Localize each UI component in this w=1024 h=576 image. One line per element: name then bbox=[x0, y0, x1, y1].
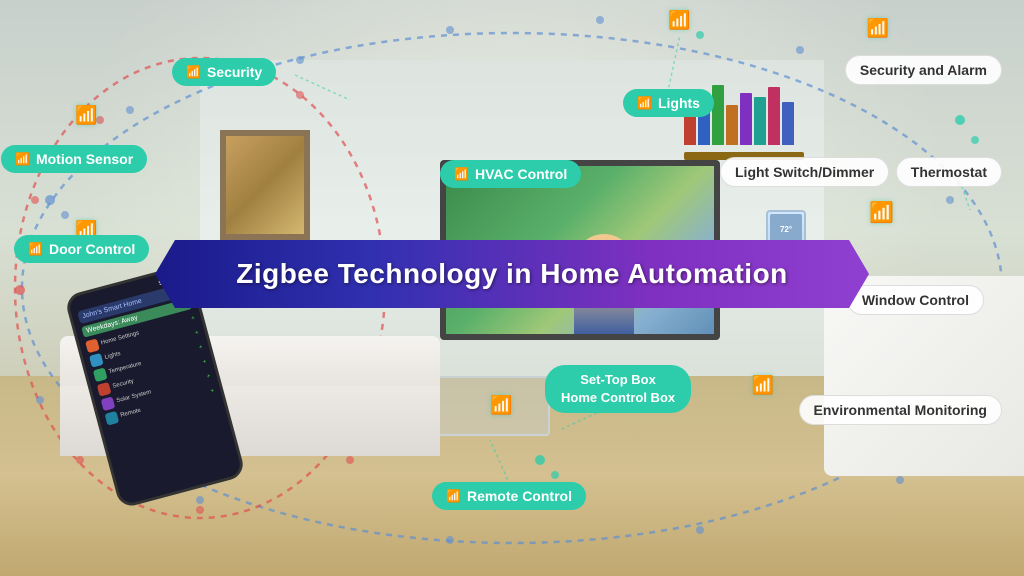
wifi-icon-remote: 📶 bbox=[446, 489, 461, 503]
label-remote-control: 📶 Remote Control bbox=[432, 482, 586, 510]
page-title: Zigbee Technology in Home Automation bbox=[195, 258, 829, 290]
label-lights: 📶 Lights bbox=[623, 89, 714, 117]
picture-frame bbox=[220, 130, 310, 240]
label-thermostat: Thermostat bbox=[896, 157, 1002, 187]
wifi-icon-door: 📶 bbox=[28, 242, 43, 256]
label-set-top-box: Set-Top Box Home Control Box bbox=[545, 365, 691, 413]
wifi-badge-top-center: 📶 bbox=[668, 10, 690, 31]
wifi-badge-bottom-right: 📶 bbox=[752, 375, 774, 396]
label-motion-sensor: 📶 Motion Sensor bbox=[1, 145, 147, 173]
label-security: 📶 Security bbox=[172, 58, 276, 86]
wifi-badge-left: 📶 bbox=[75, 105, 97, 126]
wifi-icon-security: 📶 bbox=[186, 65, 201, 79]
label-security-alarm: Security and Alarm bbox=[845, 55, 1002, 85]
wifi-icon-motion: 📶 bbox=[15, 152, 30, 166]
title-banner: Zigbee Technology in Home Automation bbox=[155, 240, 869, 308]
wifi-badge-bottom-mid: 📶 bbox=[490, 395, 512, 416]
wifi-badge-top-right: 📶 bbox=[867, 18, 889, 39]
label-environmental: Environmental Monitoring bbox=[799, 395, 1002, 425]
label-light-switch: Light Switch/Dimmer bbox=[720, 157, 889, 187]
wifi-icon-hvac: 📶 bbox=[454, 167, 469, 181]
label-hvac: 📶 HVAC Control bbox=[440, 160, 581, 188]
wifi-badge-right-mid: 📶 bbox=[869, 200, 894, 225]
label-door-control: 📶 Door Control bbox=[14, 235, 149, 263]
wifi-icon-lights: 📶 bbox=[637, 96, 652, 110]
